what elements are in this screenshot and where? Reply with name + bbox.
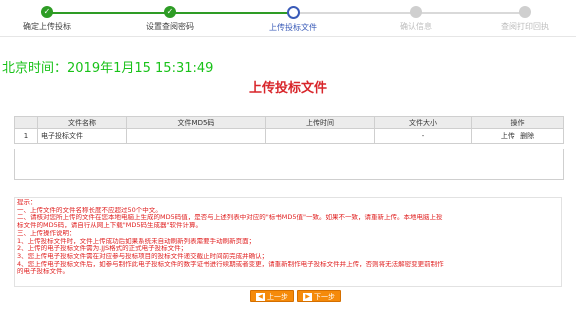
step-2: ✓ 设置查阅密码 bbox=[115, 6, 225, 32]
row-actions: 上传 删除 bbox=[471, 128, 564, 144]
next-step-label: 下一步 bbox=[314, 293, 335, 301]
check-icon: ✓ bbox=[164, 6, 176, 18]
table-row: 1 电子投标文件 - 上传 删除 bbox=[14, 128, 564, 144]
note-line: 提示： bbox=[17, 199, 37, 206]
pending-step-icon bbox=[519, 6, 531, 18]
table-header-row: 文件名称 文件MD5码 上传时间 文件大小 操作 bbox=[14, 116, 564, 129]
step-label: 设置查阅密码 bbox=[146, 22, 194, 31]
file-name: 电子投标文件 bbox=[37, 128, 127, 144]
column-header-name: 文件名称 bbox=[37, 116, 127, 129]
note-line: 三、上传操作说明： bbox=[17, 229, 76, 237]
delete-link[interactable]: 删除 bbox=[520, 132, 534, 140]
note-line: 的电子投标文件。 bbox=[17, 268, 69, 276]
step-label: 确认信息 bbox=[400, 22, 432, 31]
step-1: ✓ 确定上传投标 bbox=[0, 6, 102, 32]
step-label: 查阅打印回执 bbox=[501, 22, 549, 31]
step-4: 确认信息 bbox=[361, 6, 471, 32]
note-line: 2、上传的电子投标文件需为.JJS格式的正式电子投标文件； bbox=[17, 245, 188, 253]
beijing-clock: 北京时间：2019年1月15 15:31:49 bbox=[2, 61, 214, 76]
notes-box: 提示： 一、上传文件的文件名称长度不应超过50个中文。 二、请核对您所上传的文件… bbox=[14, 197, 562, 287]
page-title: 上传投标文件 bbox=[248, 81, 327, 96]
note-line: 1、上传投标文件时，文件上传成功后如果系统未自动刷新列表需要手动刷新页面； bbox=[17, 237, 256, 245]
note-line: 4、您上传电子投标文件后，如参与制作此电子投标文件的数字证书进行续期或者变更，请… bbox=[17, 260, 444, 268]
column-header-time: 上传时间 bbox=[265, 116, 375, 129]
arrow-right-icon: ▶ bbox=[303, 293, 312, 301]
step-progress: ✓ 确定上传投标 ✓ 设置查阅密码 上传投标文件 确认信息 查阅打印回执 bbox=[0, 0, 576, 36]
pending-step-icon bbox=[410, 6, 422, 18]
row-index: 1 bbox=[14, 128, 38, 144]
step-5: 查阅打印回执 bbox=[470, 6, 576, 32]
file-size: - bbox=[374, 128, 472, 144]
check-icon: ✓ bbox=[41, 6, 53, 18]
note-line: 二、请核对您所上传的文件在您本地电脑上生成的MD5码值，是否与上述列表中对应的"… bbox=[17, 214, 443, 222]
file-table: 文件名称 文件MD5码 上传时间 文件大小 操作 1 电子投标文件 - 上传 删… bbox=[14, 116, 564, 144]
note-line: 一、上传文件的文件名称长度不应超过50个中文。 bbox=[17, 206, 162, 214]
note-line: 标文件的MD5码，请自行从网上下载"MD5码生成器"软件计算。 bbox=[17, 222, 202, 230]
step-3: 上传投标文件 bbox=[238, 6, 348, 33]
current-step-icon bbox=[286, 6, 300, 19]
column-header-size: 文件大小 bbox=[374, 116, 472, 129]
step-label: 确定上传投标 bbox=[23, 22, 71, 31]
file-md5 bbox=[126, 128, 266, 144]
note-line: 3、您上传电子投标文件需在对应参与投标项目的投标文件递交截止时间前完成并确认； bbox=[17, 252, 269, 260]
column-header-md5: 文件MD5码 bbox=[126, 116, 266, 129]
table-empty-area bbox=[14, 149, 564, 180]
prev-step-label: 上一步 bbox=[267, 293, 288, 301]
column-header-action: 操作 bbox=[471, 116, 564, 129]
arrow-left-icon: ◀ bbox=[256, 293, 265, 301]
step-label: 上传投标文件 bbox=[269, 23, 317, 32]
next-step-button[interactable]: ▶ 下一步 bbox=[297, 290, 341, 302]
prev-step-button[interactable]: ◀ 上一步 bbox=[250, 290, 294, 302]
divider bbox=[0, 36, 576, 37]
column-header-index bbox=[14, 116, 38, 129]
upload-time bbox=[265, 128, 375, 144]
upload-link[interactable]: 上传 bbox=[501, 132, 515, 140]
